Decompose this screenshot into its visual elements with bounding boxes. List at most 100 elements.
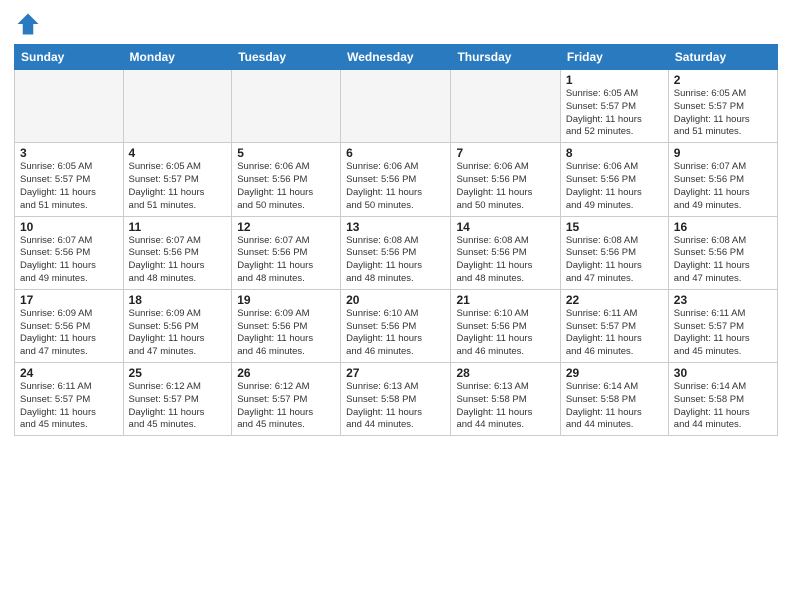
logo-icon xyxy=(14,10,42,38)
day-number: 17 xyxy=(20,293,118,307)
day-number: 19 xyxy=(237,293,335,307)
calendar-cell-2-2: 4Sunrise: 6:05 AM Sunset: 5:57 PM Daylig… xyxy=(123,143,232,216)
calendar-cell-1-6: 1Sunrise: 6:05 AM Sunset: 5:57 PM Daylig… xyxy=(560,70,668,143)
calendar-cell-3-4: 13Sunrise: 6:08 AM Sunset: 5:56 PM Dayli… xyxy=(341,216,451,289)
calendar-cell-1-5 xyxy=(451,70,560,143)
calendar-cell-3-7: 16Sunrise: 6:08 AM Sunset: 5:56 PM Dayli… xyxy=(668,216,777,289)
day-number: 24 xyxy=(20,366,118,380)
calendar-cell-5-3: 26Sunrise: 6:12 AM Sunset: 5:57 PM Dayli… xyxy=(232,363,341,436)
day-info: Sunrise: 6:13 AM Sunset: 5:58 PM Dayligh… xyxy=(346,381,445,432)
day-info: Sunrise: 6:07 AM Sunset: 5:56 PM Dayligh… xyxy=(237,235,335,286)
calendar-cell-4-4: 20Sunrise: 6:10 AM Sunset: 5:56 PM Dayli… xyxy=(341,289,451,362)
calendar-cell-4-2: 18Sunrise: 6:09 AM Sunset: 5:56 PM Dayli… xyxy=(123,289,232,362)
day-number: 21 xyxy=(456,293,554,307)
calendar-cell-1-4 xyxy=(341,70,451,143)
day-info: Sunrise: 6:09 AM Sunset: 5:56 PM Dayligh… xyxy=(237,308,335,359)
day-number: 16 xyxy=(674,220,772,234)
calendar-cell-1-7: 2Sunrise: 6:05 AM Sunset: 5:57 PM Daylig… xyxy=(668,70,777,143)
day-number: 8 xyxy=(566,146,663,160)
calendar-cell-3-5: 14Sunrise: 6:08 AM Sunset: 5:56 PM Dayli… xyxy=(451,216,560,289)
weekday-header-wednesday: Wednesday xyxy=(341,45,451,70)
calendar-cell-4-6: 22Sunrise: 6:11 AM Sunset: 5:57 PM Dayli… xyxy=(560,289,668,362)
day-info: Sunrise: 6:05 AM Sunset: 5:57 PM Dayligh… xyxy=(129,161,227,212)
day-info: Sunrise: 6:10 AM Sunset: 5:56 PM Dayligh… xyxy=(456,308,554,359)
calendar-week-5: 24Sunrise: 6:11 AM Sunset: 5:57 PM Dayli… xyxy=(15,363,778,436)
day-info: Sunrise: 6:06 AM Sunset: 5:56 PM Dayligh… xyxy=(346,161,445,212)
day-info: Sunrise: 6:06 AM Sunset: 5:56 PM Dayligh… xyxy=(237,161,335,212)
calendar-cell-5-2: 25Sunrise: 6:12 AM Sunset: 5:57 PM Dayli… xyxy=(123,363,232,436)
calendar-cell-5-5: 28Sunrise: 6:13 AM Sunset: 5:58 PM Dayli… xyxy=(451,363,560,436)
day-info: Sunrise: 6:09 AM Sunset: 5:56 PM Dayligh… xyxy=(129,308,227,359)
day-info: Sunrise: 6:09 AM Sunset: 5:56 PM Dayligh… xyxy=(20,308,118,359)
day-number: 7 xyxy=(456,146,554,160)
calendar-header-row: SundayMondayTuesdayWednesdayThursdayFrid… xyxy=(15,45,778,70)
calendar-cell-3-6: 15Sunrise: 6:08 AM Sunset: 5:56 PM Dayli… xyxy=(560,216,668,289)
day-number: 26 xyxy=(237,366,335,380)
day-info: Sunrise: 6:07 AM Sunset: 5:56 PM Dayligh… xyxy=(674,161,772,212)
day-number: 20 xyxy=(346,293,445,307)
calendar-cell-2-6: 8Sunrise: 6:06 AM Sunset: 5:56 PM Daylig… xyxy=(560,143,668,216)
day-info: Sunrise: 6:12 AM Sunset: 5:57 PM Dayligh… xyxy=(129,381,227,432)
day-number: 28 xyxy=(456,366,554,380)
weekday-header-friday: Friday xyxy=(560,45,668,70)
weekday-header-thursday: Thursday xyxy=(451,45,560,70)
calendar-cell-2-5: 7Sunrise: 6:06 AM Sunset: 5:56 PM Daylig… xyxy=(451,143,560,216)
day-info: Sunrise: 6:08 AM Sunset: 5:56 PM Dayligh… xyxy=(346,235,445,286)
day-number: 30 xyxy=(674,366,772,380)
calendar-cell-5-6: 29Sunrise: 6:14 AM Sunset: 5:58 PM Dayli… xyxy=(560,363,668,436)
day-number: 14 xyxy=(456,220,554,234)
day-info: Sunrise: 6:11 AM Sunset: 5:57 PM Dayligh… xyxy=(566,308,663,359)
calendar-cell-3-2: 11Sunrise: 6:07 AM Sunset: 5:56 PM Dayli… xyxy=(123,216,232,289)
day-number: 6 xyxy=(346,146,445,160)
day-number: 25 xyxy=(129,366,227,380)
day-info: Sunrise: 6:14 AM Sunset: 5:58 PM Dayligh… xyxy=(674,381,772,432)
weekday-header-monday: Monday xyxy=(123,45,232,70)
day-number: 29 xyxy=(566,366,663,380)
calendar-cell-4-5: 21Sunrise: 6:10 AM Sunset: 5:56 PM Dayli… xyxy=(451,289,560,362)
day-info: Sunrise: 6:13 AM Sunset: 5:58 PM Dayligh… xyxy=(456,381,554,432)
weekday-header-sunday: Sunday xyxy=(15,45,124,70)
day-number: 9 xyxy=(674,146,772,160)
calendar-cell-1-2 xyxy=(123,70,232,143)
day-info: Sunrise: 6:06 AM Sunset: 5:56 PM Dayligh… xyxy=(456,161,554,212)
day-number: 4 xyxy=(129,146,227,160)
calendar-cell-3-1: 10Sunrise: 6:07 AM Sunset: 5:56 PM Dayli… xyxy=(15,216,124,289)
day-number: 11 xyxy=(129,220,227,234)
calendar-cell-2-4: 6Sunrise: 6:06 AM Sunset: 5:56 PM Daylig… xyxy=(341,143,451,216)
day-info: Sunrise: 6:07 AM Sunset: 5:56 PM Dayligh… xyxy=(129,235,227,286)
calendar-cell-5-4: 27Sunrise: 6:13 AM Sunset: 5:58 PM Dayli… xyxy=(341,363,451,436)
day-info: Sunrise: 6:06 AM Sunset: 5:56 PM Dayligh… xyxy=(566,161,663,212)
day-info: Sunrise: 6:10 AM Sunset: 5:56 PM Dayligh… xyxy=(346,308,445,359)
day-info: Sunrise: 6:14 AM Sunset: 5:58 PM Dayligh… xyxy=(566,381,663,432)
calendar-week-2: 3Sunrise: 6:05 AM Sunset: 5:57 PM Daylig… xyxy=(15,143,778,216)
calendar-week-4: 17Sunrise: 6:09 AM Sunset: 5:56 PM Dayli… xyxy=(15,289,778,362)
calendar-table: SundayMondayTuesdayWednesdayThursdayFrid… xyxy=(14,44,778,436)
day-number: 1 xyxy=(566,73,663,87)
day-number: 13 xyxy=(346,220,445,234)
day-number: 15 xyxy=(566,220,663,234)
day-info: Sunrise: 6:05 AM Sunset: 5:57 PM Dayligh… xyxy=(20,161,118,212)
calendar-cell-4-7: 23Sunrise: 6:11 AM Sunset: 5:57 PM Dayli… xyxy=(668,289,777,362)
header xyxy=(14,10,778,38)
day-number: 5 xyxy=(237,146,335,160)
day-info: Sunrise: 6:11 AM Sunset: 5:57 PM Dayligh… xyxy=(674,308,772,359)
day-number: 22 xyxy=(566,293,663,307)
day-info: Sunrise: 6:11 AM Sunset: 5:57 PM Dayligh… xyxy=(20,381,118,432)
calendar-cell-4-3: 19Sunrise: 6:09 AM Sunset: 5:56 PM Dayli… xyxy=(232,289,341,362)
logo xyxy=(14,10,46,38)
day-number: 12 xyxy=(237,220,335,234)
calendar-cell-3-3: 12Sunrise: 6:07 AM Sunset: 5:56 PM Dayli… xyxy=(232,216,341,289)
day-info: Sunrise: 6:07 AM Sunset: 5:56 PM Dayligh… xyxy=(20,235,118,286)
calendar-cell-4-1: 17Sunrise: 6:09 AM Sunset: 5:56 PM Dayli… xyxy=(15,289,124,362)
day-number: 18 xyxy=(129,293,227,307)
day-info: Sunrise: 6:05 AM Sunset: 5:57 PM Dayligh… xyxy=(566,88,663,139)
page: SundayMondayTuesdayWednesdayThursdayFrid… xyxy=(0,0,792,612)
calendar-cell-2-1: 3Sunrise: 6:05 AM Sunset: 5:57 PM Daylig… xyxy=(15,143,124,216)
calendar-cell-2-7: 9Sunrise: 6:07 AM Sunset: 5:56 PM Daylig… xyxy=(668,143,777,216)
calendar-week-3: 10Sunrise: 6:07 AM Sunset: 5:56 PM Dayli… xyxy=(15,216,778,289)
weekday-header-saturday: Saturday xyxy=(668,45,777,70)
day-info: Sunrise: 6:05 AM Sunset: 5:57 PM Dayligh… xyxy=(674,88,772,139)
calendar-cell-1-3 xyxy=(232,70,341,143)
day-info: Sunrise: 6:08 AM Sunset: 5:56 PM Dayligh… xyxy=(674,235,772,286)
day-number: 3 xyxy=(20,146,118,160)
